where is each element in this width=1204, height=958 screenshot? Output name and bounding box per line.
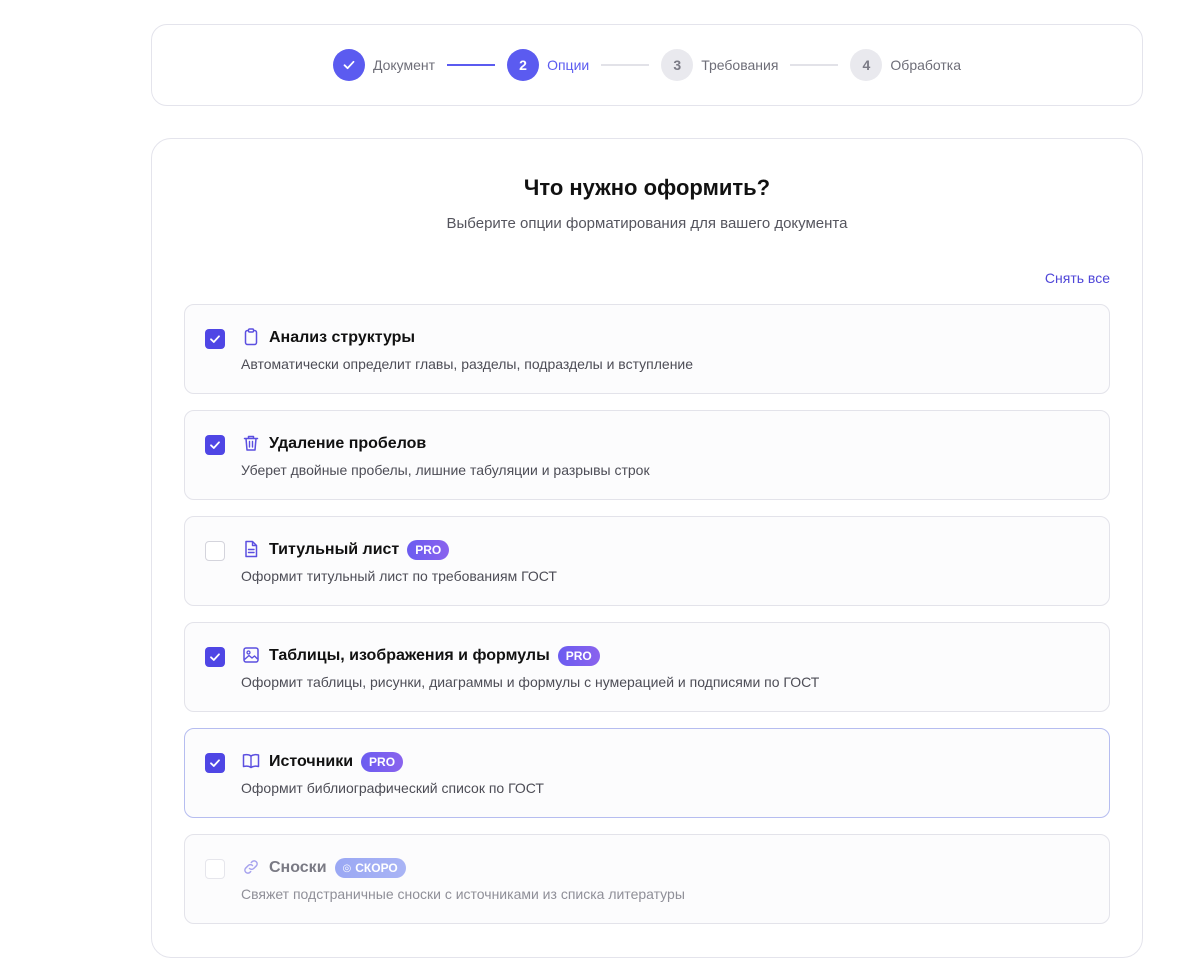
option-checkbox[interactable]	[205, 329, 225, 349]
step-label: Документ	[372, 57, 436, 73]
step-label: Обработка	[890, 57, 962, 73]
options-card: Что нужно оформить? Выберите опции форма…	[151, 138, 1143, 958]
step-processing[interactable]: 4 Обработка	[850, 49, 961, 81]
step-connector	[447, 64, 496, 66]
option-description: Автоматически определит главы, разделы, …	[241, 356, 694, 372]
option-footnotes: Сноски ◎ СКОРО Свяжет подстраничные сноск…	[184, 834, 1110, 924]
pro-badge: PRO	[557, 646, 600, 666]
option-checkbox	[205, 859, 225, 879]
option-structure-analysis[interactable]: Анализ структуры Автоматически определит…	[184, 304, 1110, 394]
soon-badge-label: СКОРО	[355, 861, 398, 875]
soon-badge: ◎ СКОРО	[334, 858, 406, 878]
option-title: Сноски	[269, 859, 327, 876]
option-checkbox[interactable]	[205, 435, 225, 455]
stepper: Документ 2 Опции 3 Требования 4 Обработк…	[151, 24, 1143, 106]
page-subtitle: Выберите опции форматирования для вашего…	[446, 215, 848, 232]
option-checkbox[interactable]	[205, 647, 225, 667]
step-number: 4	[850, 49, 883, 81]
step-requirements[interactable]: 3 Требования	[661, 49, 778, 81]
image-icon	[243, 647, 259, 663]
clock-icon: ◎	[342, 862, 352, 874]
page-title: Что нужно оформить?	[523, 175, 771, 200]
deselect-all-link[interactable]: Снять все	[1045, 270, 1110, 286]
option-title: Источники	[269, 753, 354, 770]
step-number: 3	[661, 49, 694, 81]
option-title: Титульный лист	[269, 541, 400, 558]
pro-badge: PRO	[407, 540, 450, 560]
option-description: Свяжет подстраничные сноски с источникам…	[241, 886, 685, 902]
option-title-page[interactable]: Титульный лист PRO Оформит титульный лис…	[184, 516, 1110, 606]
step-label: Требования	[701, 57, 779, 73]
option-remove-spaces[interactable]: Удаление пробелов Уберет двойные пробелы…	[184, 410, 1110, 500]
pro-badge: PRO	[361, 752, 404, 772]
step-options[interactable]: 2 Опции	[507, 49, 589, 81]
option-title: Таблицы, изображения и формулы	[269, 647, 550, 664]
document-icon	[245, 540, 258, 558]
step-connector	[601, 64, 650, 66]
option-title: Анализ структуры	[269, 329, 416, 346]
option-tables-images-formulas[interactable]: Таблицы, изображения и формулы PRO Оформ…	[184, 622, 1110, 712]
step-label: Опции	[547, 57, 590, 73]
book-icon	[242, 753, 260, 769]
option-description: Оформит таблицы, рисунки, диаграммы и фо…	[241, 674, 820, 690]
link-icon	[244, 860, 258, 874]
check-icon	[332, 49, 365, 81]
trash-icon	[243, 435, 259, 451]
clipboard-icon	[244, 328, 258, 346]
step-number: 2	[507, 49, 540, 81]
option-sources[interactable]: Источники PRO Оформит библиографический …	[184, 728, 1110, 818]
option-description: Уберет двойные пробелы, лишние табуляции…	[241, 462, 650, 478]
step-document[interactable]: Документ	[332, 49, 436, 81]
option-checkbox[interactable]	[205, 753, 225, 773]
option-title: Удаление пробелов	[269, 435, 427, 452]
option-checkbox[interactable]	[205, 541, 225, 561]
option-description: Оформит титульный лист по требованиям ГО…	[241, 568, 557, 584]
option-description: Оформит библиографический список по ГОСТ	[241, 780, 544, 796]
step-connector	[790, 64, 839, 66]
